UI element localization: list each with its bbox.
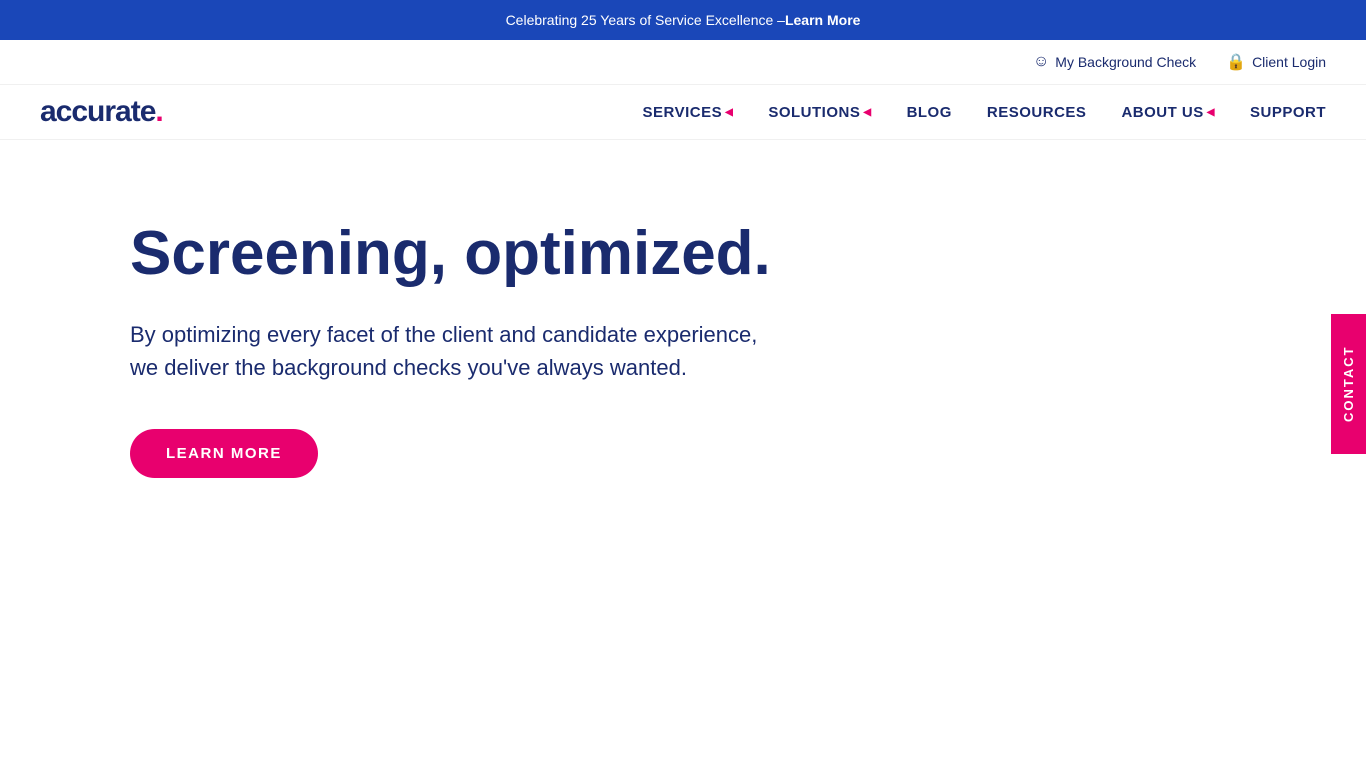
hero-title: Screening, optimized. xyxy=(130,220,1060,288)
chevron-down-icon: ◀ xyxy=(725,107,733,118)
logo[interactable]: accurate. xyxy=(40,95,163,129)
announcement-link[interactable]: Learn More xyxy=(785,12,860,28)
primary-header: accurate. SERVICES ◀ SOLUTIONS ◀ BLOG RE… xyxy=(0,85,1366,140)
hero-subtitle-line2: we deliver the background checks you've … xyxy=(130,355,687,380)
nav-item-solutions[interactable]: SOLUTIONS ◀ xyxy=(768,104,871,121)
primary-nav: SERVICES ◀ SOLUTIONS ◀ BLOG RESOURCES AB… xyxy=(643,104,1326,121)
logo-text: accurate xyxy=(40,95,155,128)
chevron-down-icon: ◀ xyxy=(863,107,871,118)
lock-icon: 🔒 xyxy=(1226,52,1246,72)
hero-subtitle: By optimizing every facet of the client … xyxy=(130,318,830,384)
nav-item-support[interactable]: SUPPORT xyxy=(1250,104,1326,121)
nav-item-services[interactable]: SERVICES ◀ xyxy=(643,104,734,121)
nav-item-blog[interactable]: BLOG xyxy=(907,104,952,121)
announcement-text: Celebrating 25 Years of Service Excellen… xyxy=(506,12,785,28)
learn-more-button[interactable]: LEARN MORE xyxy=(130,429,318,478)
person-icon: ☺ xyxy=(1033,53,1049,71)
hero-subtitle-line1: By optimizing every facet of the client … xyxy=(130,322,757,347)
announcement-bar: Celebrating 25 Years of Service Excellen… xyxy=(0,0,1366,40)
chevron-down-icon: ◀ xyxy=(1207,107,1215,118)
logo-dot: . xyxy=(155,95,162,128)
client-login-link[interactable]: 🔒 Client Login xyxy=(1226,52,1326,72)
secondary-nav: ☺ My Background Check 🔒 Client Login xyxy=(0,40,1366,85)
nav-item-resources[interactable]: RESOURCES xyxy=(987,104,1087,121)
client-login-label: Client Login xyxy=(1252,54,1326,70)
my-background-check-link[interactable]: ☺ My Background Check xyxy=(1033,53,1196,71)
hero-section: Screening, optimized. By optimizing ever… xyxy=(0,140,1100,538)
my-background-check-label: My Background Check xyxy=(1055,54,1196,70)
nav-item-about-us[interactable]: ABOUT US ◀ xyxy=(1121,104,1215,121)
contact-sidebar-button[interactable]: CONTACT xyxy=(1331,314,1366,454)
